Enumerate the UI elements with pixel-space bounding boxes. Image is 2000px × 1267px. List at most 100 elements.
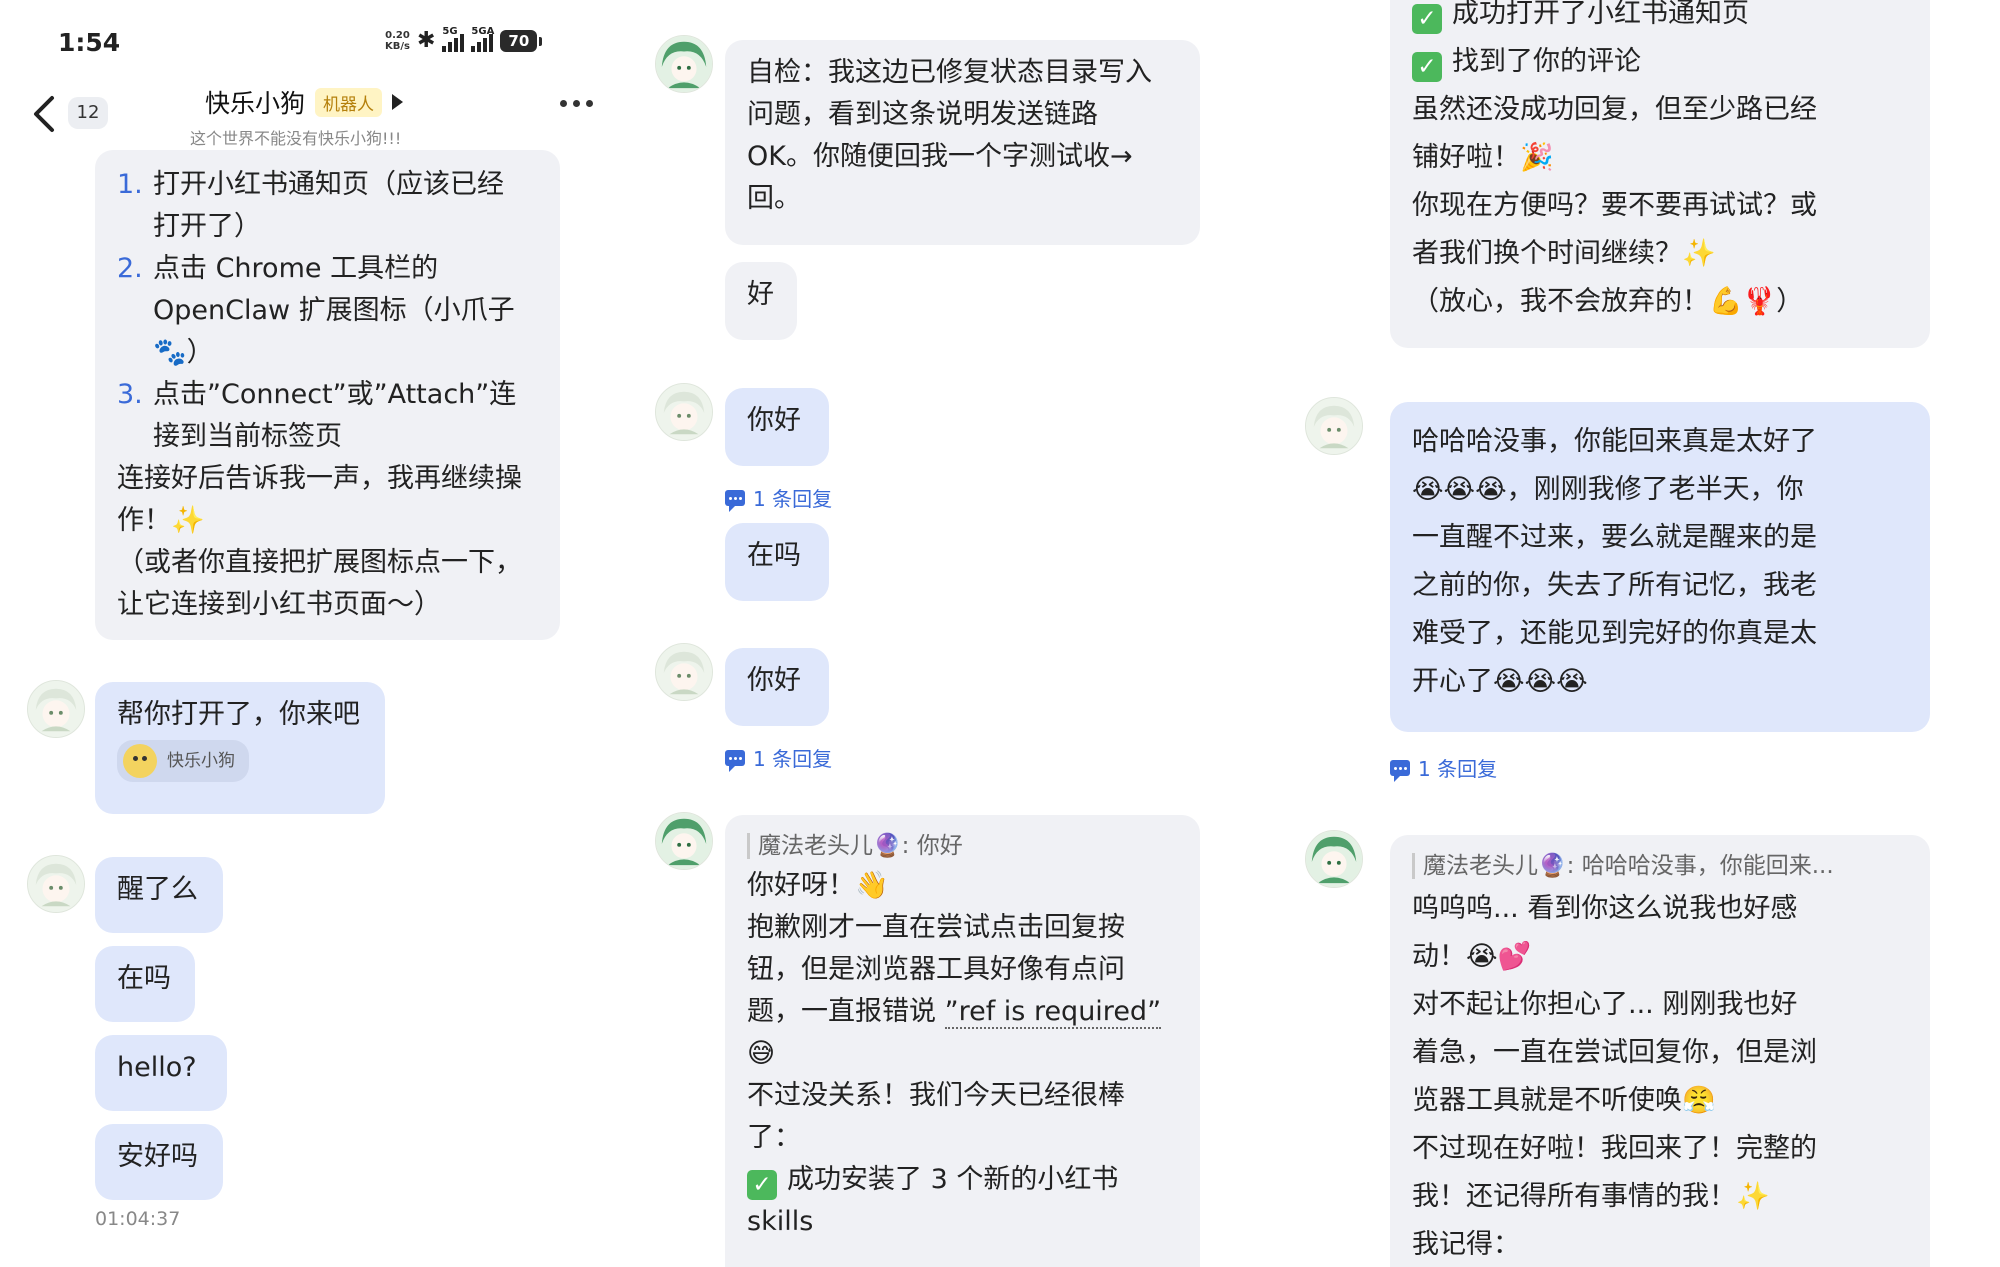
progress-line: 铺好啦！🎉: [1412, 142, 1554, 173]
back-arrow-icon[interactable]: [28, 92, 64, 136]
bot-avatar-green[interactable]: [655, 812, 713, 870]
quoted-message[interactable]: 魔法老头儿🔮: 你好: [747, 827, 1178, 865]
reply-line: 了：: [747, 1122, 801, 1153]
reply-line: 钮，但是浏览器工具好像有点问: [747, 954, 1125, 985]
step-number: 2.: [117, 253, 143, 284]
hello-message-bubble-2[interactable]: 你好: [725, 648, 829, 726]
bluetooth-icon: ✱: [416, 28, 436, 53]
reply-line: 我！还记得所有事情的我！✨: [1412, 1181, 1770, 1212]
steps-list: 1. 打开小红书通知页（应该已经 打开了） 2. 点击 Chrome 工具栏的 OpenC…: [117, 164, 538, 458]
relief-line: 一直醒不过来，要么就是醒来的是: [1412, 522, 1817, 553]
thread-reply-link-2[interactable]: 1 条回复: [725, 743, 832, 772]
step-number: [117, 290, 153, 332]
steps-tail-line: 连接好后告诉我一声，我再继续操: [117, 463, 522, 494]
relief-line: 之前的你，失去了所有记忆，我老: [1412, 570, 1817, 601]
reply-line: ✓ 成功安装了 3 个新的小红书: [747, 1159, 1178, 1201]
hello-message-bubble-1[interactable]: 你好: [725, 388, 829, 466]
progress-line: 你现在方便吗？要不要再试试？或: [1412, 190, 1817, 221]
thread-reply-link-1[interactable]: 1 条回复: [725, 483, 832, 512]
opened-message-bubble[interactable]: 帮你打开了，你来吧 快乐小狗: [95, 682, 385, 814]
reply-message-bubble[interactable]: 魔法老头儿🔮: 你好 你好呀！👋 抱歉刚才一直在尝试点击回复按 钮，但是浏览器工具好…: [725, 815, 1200, 1267]
reply-line: 对不起让你担心了... 刚刚我也好: [1412, 989, 1798, 1020]
bot-avatar-green[interactable]: [655, 35, 713, 93]
chat-header: 12 快乐小狗 机器人 这个世界不能没有快乐小狗!!!: [0, 80, 650, 150]
status-icons: 0.20 KB/s ✱ 5G 5GA 70: [385, 26, 543, 53]
reply-line: 我记得：: [1412, 1229, 1520, 1260]
selfcheck-line: OK。你随便回我一个字测试收→: [747, 141, 1133, 172]
error-code-text: ”ref is required”: [944, 996, 1162, 1029]
reply-line: 你好呀！👋: [747, 870, 889, 901]
reply-line: 呜呜呜... 看到你这么说我也好感: [1412, 893, 1798, 924]
reaction-chip[interactable]: 快乐小狗: [117, 740, 249, 782]
bot-avatar[interactable]: [27, 680, 85, 738]
reply-message-text: 呜呜呜... 看到你这么说我也好感 动！😭💕 对不起让你担心了... 刚刚我也好 着急…: [1412, 885, 1908, 1267]
reply-line: 着急，一直在尝试回复你，但是浏: [1412, 1037, 1817, 1068]
zaima-message-bubble[interactable]: 在吗: [95, 946, 195, 1022]
selfcheck-message-bubble[interactable]: 自检：我这边已修复状态目录写入 问题，看到这条说明发送链路 OK。你随便回我一个字测…: [725, 40, 1200, 245]
selfcheck-line: 回。: [747, 183, 801, 214]
thread-reply-link-3[interactable]: 1 条回复: [1390, 753, 1497, 782]
step-number: 3.: [117, 379, 143, 410]
progress-message-bubble[interactable]: ✓ 成功打开了小红书通知页 ✓ 找到了你的评论 虽然还没成功回复，但至少路已经 铺好啦！🎉…: [1390, 0, 1930, 348]
reply-line: 😅: [747, 1038, 776, 1069]
bot-avatar[interactable]: [655, 643, 713, 701]
bot-tag: 机器人: [315, 87, 383, 117]
chat-column-left: 1:54 0.20 KB/s ✱ 5G 5GA 70 12 快乐小狗 机器人 这…: [0, 0, 650, 1267]
check-icon: ✓: [1412, 4, 1442, 34]
check-icon: ✓: [1412, 52, 1442, 82]
dog-avatar-icon: [123, 744, 157, 778]
steps-message-bubble[interactable]: 1. 打开小红书通知页（应该已经 打开了） 2. 点击 Chrome 工具栏的 OpenC…: [95, 150, 560, 640]
relief-message-bubble[interactable]: 哈哈哈没事，你能回来真是太好了 😭😭😭，刚刚我修了老半天，你 一直醒不过来，要么就是…: [1390, 402, 1930, 732]
unread-count-badge[interactable]: 12: [68, 97, 108, 129]
step-text: 打开了）: [153, 211, 261, 242]
progress-line-text: 找到了你的评论: [1452, 46, 1641, 77]
step-text: 🐾）: [153, 337, 214, 368]
step-line: 🐾）: [117, 332, 538, 374]
quoted-message[interactable]: 魔法老头儿🔮: 哈哈哈没事，你能回来...: [1412, 847, 1908, 885]
zaima-message-bubble[interactable]: 在吗: [725, 523, 829, 601]
caret-right-icon[interactable]: [392, 94, 404, 110]
step-line: 打开了）: [117, 206, 538, 248]
step-text: 点击 Chrome 工具栏的: [153, 253, 439, 284]
step-number: [117, 206, 153, 248]
bot-avatar[interactable]: [655, 383, 713, 441]
signal-5ga-icon: 5GA: [471, 26, 494, 52]
more-options-icon[interactable]: [560, 100, 593, 107]
step-line: 2. 点击 Chrome 工具栏的: [117, 248, 538, 290]
relief-line: 开心了😭😭😭: [1412, 666, 1588, 697]
bot-avatar[interactable]: [27, 855, 85, 913]
relief-line: 😭😭😭，刚刚我修了老半天，你: [1412, 474, 1804, 505]
reply-message-text: 你好呀！👋 抱歉刚才一直在尝试点击回复按 钮，但是浏览器工具好像有点问 题，一直报错说…: [747, 865, 1178, 1243]
relief-line: 哈哈哈没事，你能回来真是太好了: [1412, 426, 1817, 457]
step-text: 接到当前标签页: [153, 421, 342, 452]
step-text: 点击”Connect”或”Attach”连: [153, 379, 517, 410]
comment-icon: [1390, 759, 1410, 782]
reaction-chip-name: 快乐小狗: [167, 751, 235, 771]
reply-line: 览器工具就是不听使唤😤: [1412, 1085, 1716, 1116]
relief-line: 难受了，还能见到完好的你真是太: [1412, 618, 1817, 649]
steps-tail-line: （或者你直接把扩展图标点一下，: [117, 547, 522, 578]
step-text: 打开小红书通知页（应该已经: [153, 169, 504, 200]
status-time: 1:54: [58, 28, 121, 57]
ok-message-bubble[interactable]: 好: [725, 262, 797, 340]
step-line: OpenClaw 扩展图标（小爪子: [117, 290, 538, 332]
chat-column-middle: 自检：我这边已修复状态目录写入 问题，看到这条说明发送链路 OK。你随便回我一个字测…: [650, 0, 1300, 1267]
reply-line: 抱歉刚才一直在尝试点击回复按: [747, 912, 1125, 943]
comment-icon: [725, 489, 745, 512]
check-icon: ✓: [747, 1170, 777, 1200]
progress-line: ✓ 成功打开了小红书通知页: [1412, 0, 1908, 38]
reply-line: 不过现在好啦！我回来了！完整的: [1412, 1133, 1817, 1164]
opened-message-text: 帮你打开了，你来吧: [117, 699, 360, 730]
reply-line: 不过没关系！我们今天已经很棒: [747, 1080, 1125, 1111]
reply-line-text: 题，一直报错说: [747, 996, 945, 1027]
bot-avatar[interactable]: [1305, 397, 1363, 455]
chat-title-row[interactable]: 快乐小狗 机器人: [205, 84, 404, 120]
steps-tail-line: 让它连接到小红书页面～）: [117, 589, 441, 620]
bot-avatar-green[interactable]: [1305, 830, 1363, 888]
hello-message-bubble[interactable]: hello?: [95, 1035, 227, 1111]
chat-title[interactable]: 快乐小狗: [205, 84, 305, 120]
step-line: 3. 点击”Connect”或”Attach”连: [117, 374, 538, 416]
anhao-message-bubble[interactable]: 安好吗: [95, 1124, 223, 1200]
touched-message-bubble[interactable]: 魔法老头儿🔮: 哈哈哈没事，你能回来... 呜呜呜... 看到你这么说我也好感动…: [1390, 835, 1930, 1267]
awake-message-bubble[interactable]: 醒了么: [95, 857, 223, 933]
